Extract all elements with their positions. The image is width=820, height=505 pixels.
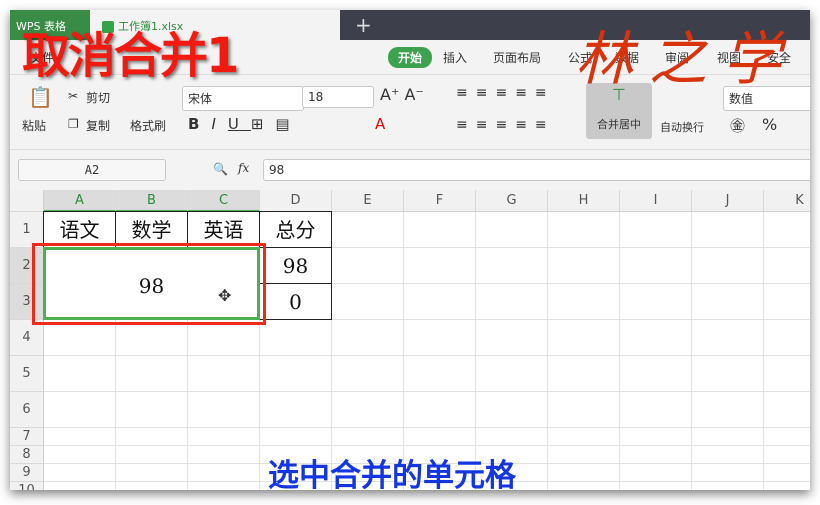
paste-icon[interactable]: 📋	[28, 85, 53, 109]
formula-bar: A2 🔍 fx 98	[10, 150, 810, 190]
overlay-title: 取消合并1	[22, 28, 239, 84]
menu-page-layout[interactable]: 页面布局	[493, 49, 541, 66]
cell-cursor-icon: ✥	[218, 286, 232, 305]
menu-start[interactable]: 开始	[388, 47, 433, 68]
column-header-C[interactable]: C	[188, 190, 260, 212]
column-header-E[interactable]: E	[332, 190, 404, 212]
gridline	[44, 427, 810, 428]
gridline	[763, 212, 764, 490]
gridline	[547, 212, 548, 490]
column-header-K[interactable]: K	[764, 190, 810, 212]
column-header-F[interactable]: F	[404, 190, 476, 212]
column-header-B[interactable]: B	[116, 190, 188, 212]
gridline	[691, 212, 692, 490]
copy-icon: ❐	[68, 117, 79, 131]
overlay-caption: 选中合并的单元格	[268, 458, 516, 494]
column-header-I[interactable]: I	[620, 190, 692, 212]
merge-label: 合并居中	[597, 118, 641, 131]
copy-button[interactable]: 复制	[86, 117, 110, 134]
cell-D1[interactable]: 总分	[259, 211, 332, 248]
row-header-6[interactable]: 6	[10, 392, 44, 428]
align-top-icons[interactable]: ≡≡≡≡≡	[456, 85, 555, 101]
font-style-icons[interactable]: BIU⊞▤	[188, 115, 302, 133]
menu-insert[interactable]: 插入	[443, 49, 467, 66]
fx-label[interactable]: fx	[238, 161, 249, 175]
font-color-icon[interactable]: A	[375, 115, 385, 133]
column-header-A[interactable]: A	[44, 190, 116, 212]
new-tab-button[interactable]: +	[355, 13, 372, 37]
column-header-D[interactable]: D	[260, 190, 332, 212]
zoom-formula-icon[interactable]: 🔍	[213, 162, 228, 176]
row-header-7[interactable]: 7	[10, 428, 44, 446]
signature-logo: 林之学	[575, 25, 798, 93]
formula-input[interactable]: 98	[263, 159, 810, 181]
column-header-G[interactable]: G	[476, 190, 548, 212]
cut-button[interactable]: 剪切	[86, 89, 110, 106]
percent-button[interactable]: %	[762, 115, 777, 134]
align-horizontal-icons[interactable]: ≡≡≡≡≡	[456, 117, 555, 133]
paste-button[interactable]: 粘贴	[22, 117, 46, 134]
row-header-10[interactable]: 10	[10, 482, 44, 490]
cell-D3[interactable]: 0	[259, 283, 332, 320]
cell-D2[interactable]: 98	[259, 247, 332, 284]
row-header-8[interactable]: 8	[10, 446, 44, 464]
column-header-H[interactable]: H	[548, 190, 620, 212]
column-header-J[interactable]: J	[692, 190, 764, 212]
gridline	[44, 355, 810, 356]
row-header-4[interactable]: 4	[10, 320, 44, 356]
gridline	[44, 391, 810, 392]
row-header-5[interactable]: 5	[10, 356, 44, 392]
sheet-grid[interactable]: ABCDEFGHIJK12345678910语文数学英语总分98098✥	[10, 190, 810, 490]
name-box[interactable]: A2	[18, 159, 166, 181]
gridline	[475, 212, 476, 490]
font-select[interactable]: 宋体	[182, 86, 304, 111]
font-size-select[interactable]: 18	[302, 86, 374, 108]
gridline	[619, 212, 620, 490]
cut-icon: ✂	[68, 89, 79, 103]
gridline	[403, 212, 404, 490]
font-grow-icon[interactable]: A⁺ A⁻	[380, 85, 424, 104]
row-header-9[interactable]: 9	[10, 464, 44, 482]
select-all-corner[interactable]	[10, 190, 44, 212]
currency-icon[interactable]: ㊎	[730, 115, 745, 136]
selection-highlight-box	[32, 243, 266, 325]
gridline	[44, 445, 810, 446]
format-painter-button[interactable]: 格式刷	[130, 117, 166, 134]
wrap-text-button[interactable]: 自动换行	[660, 119, 704, 135]
